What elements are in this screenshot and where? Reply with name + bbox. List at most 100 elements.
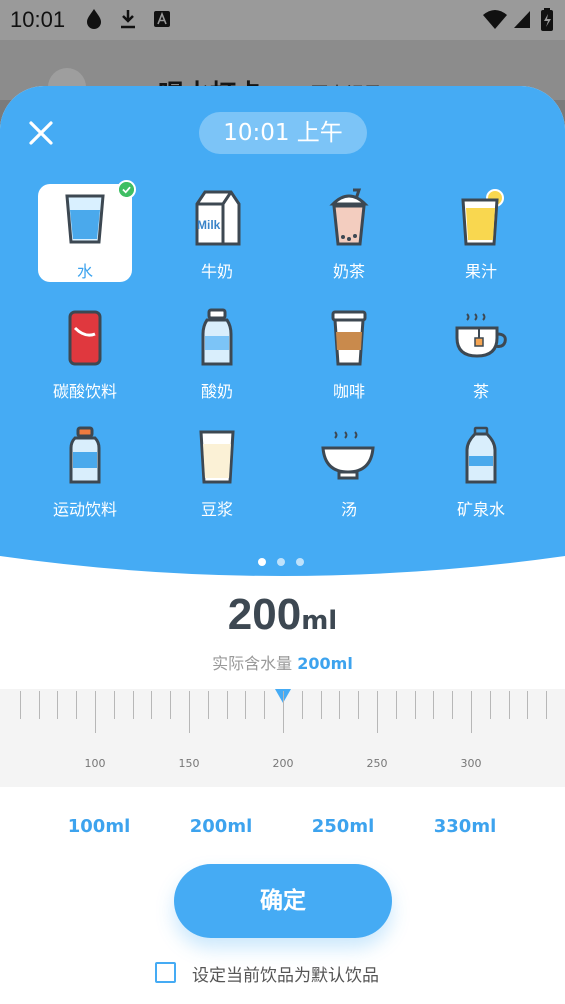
ruler-tick [226, 691, 228, 719]
confirm-button[interactable]: 确定 [174, 864, 392, 938]
page-dot[interactable] [258, 558, 266, 566]
milk-carton-icon: Milk [195, 190, 241, 246]
juice-icon [461, 189, 504, 246]
default-checkbox[interactable] [155, 962, 176, 983]
drink-item-water[interactable]: 水 [38, 184, 132, 282]
close-icon[interactable] [26, 118, 56, 148]
drink-label: 碳酸饮料 [52, 382, 117, 401]
preset-200ml[interactable]: 200ml [171, 816, 271, 837]
mineral-water-icon [465, 426, 497, 484]
preset-330ml[interactable]: 330ml [415, 816, 515, 837]
time-selector[interactable]: 10:01 上午 [199, 112, 367, 154]
ruler-tick [283, 691, 284, 733]
font-icon [154, 11, 170, 27]
default-checkbox-label: 设定当前饮品为默认饮品 [192, 966, 379, 986]
status-time: 10:01 [10, 7, 66, 32]
drink-label: 奶茶 [332, 262, 365, 281]
ruler-tick [76, 691, 78, 719]
ruler-tick [57, 691, 59, 719]
ruler-tick [489, 691, 491, 719]
ruler-tick [395, 691, 397, 719]
ruler-label: 250 [366, 757, 388, 770]
drink-item-milk[interactable]: Milk 牛奶 [170, 184, 264, 282]
ruler-label: 200 [272, 757, 294, 770]
drink-item-tea[interactable]: 茶 [434, 304, 528, 402]
tea-cup-icon [455, 313, 507, 358]
drink-label: 咖啡 [332, 382, 365, 401]
ruler-tick [151, 691, 153, 719]
drink-label: 茶 [472, 382, 489, 401]
amount-value: 200 [227, 590, 302, 639]
actual-label: 实际含水量 [212, 654, 293, 673]
drink-item-yogurt[interactable]: 酸奶 [170, 304, 264, 402]
data-saver-icon [87, 9, 101, 29]
drink-item-milk-tea[interactable]: 奶茶 [302, 184, 396, 282]
ruler-label: 300 [460, 757, 482, 770]
ruler-tick [245, 691, 247, 719]
drink-label: 汤 [340, 500, 357, 519]
drink-label: 酸奶 [200, 382, 233, 401]
selected-check-icon [117, 180, 136, 199]
add-drink-sheet: 10:01 上午 水 Milk 牛奶 奶茶 果汁 碳酸饮料 酸奶 咖啡 茶 运动… [0, 86, 565, 1004]
ruler-tick [358, 691, 360, 719]
ruler-tick [19, 691, 21, 719]
drink-label: 运动饮料 [52, 500, 117, 519]
ruler-tick [38, 691, 40, 719]
amount-display: 200ml [0, 590, 565, 640]
milk-tea-icon [329, 188, 369, 246]
ruler-tick [264, 691, 266, 719]
ruler-tick [189, 691, 190, 733]
drink-item-mineral-water[interactable]: 矿泉水 [434, 422, 528, 520]
ruler-tick [207, 691, 209, 719]
drink-label: 豆浆 [200, 500, 233, 519]
drink-item-soup[interactable]: 汤 [302, 422, 396, 520]
ruler-label: 150 [178, 757, 200, 770]
ruler-tick [320, 691, 322, 719]
drink-label: 牛奶 [200, 262, 233, 281]
water-glass-icon [65, 194, 105, 244]
wifi-icon [483, 10, 507, 29]
ruler-tick [452, 691, 454, 719]
ruler-tick [132, 691, 134, 719]
page-dot[interactable] [277, 558, 285, 566]
ruler-tick [377, 691, 378, 733]
ruler-tick [170, 691, 172, 719]
ruler-tick [113, 691, 115, 719]
drink-item-juice[interactable]: 果汁 [434, 184, 528, 282]
ruler-tick [95, 691, 96, 733]
yogurt-bottle-icon [201, 308, 233, 366]
ruler-tick [414, 691, 416, 719]
soy-milk-icon [199, 430, 235, 484]
ruler-tick [471, 691, 472, 733]
drink-item-sports-drink[interactable]: 运动饮料 [38, 422, 132, 520]
actual-water-content: 实际含水量 200ml [0, 650, 565, 674]
volume-ruler-slider[interactable]: 100 150 200 250 300 [0, 689, 565, 787]
actual-value: 200ml [297, 654, 353, 673]
battery-icon [541, 8, 553, 31]
ruler-tick [546, 691, 548, 719]
soda-can-icon [68, 310, 102, 366]
drink-label: 果汁 [464, 262, 497, 281]
ruler-tick [527, 691, 529, 719]
preset-250ml[interactable]: 250ml [293, 816, 393, 837]
soup-bowl-icon [321, 431, 375, 480]
ruler-tick [433, 691, 435, 719]
ruler-tick [508, 691, 510, 719]
sports-drink-icon [69, 426, 101, 484]
page-dot[interactable] [296, 558, 304, 566]
amount-unit: ml [301, 606, 338, 636]
drink-item-coffee[interactable]: 咖啡 [302, 304, 396, 402]
preset-100ml[interactable]: 100ml [49, 816, 149, 837]
ruler-tick [339, 691, 341, 719]
svg-text:Milk: Milk [197, 218, 221, 232]
drink-item-soy-milk[interactable]: 豆浆 [170, 422, 264, 520]
drink-label: 水 [76, 262, 93, 281]
ruler-label: 100 [84, 757, 106, 770]
download-icon [121, 10, 135, 29]
status-bar: 10:01 [0, 0, 565, 40]
drink-label: 矿泉水 [456, 500, 505, 519]
coffee-cup-icon [331, 310, 367, 366]
signal-icon [514, 11, 530, 28]
page-indicator [258, 558, 308, 568]
drink-item-soda[interactable]: 碳酸饮料 [38, 304, 132, 402]
